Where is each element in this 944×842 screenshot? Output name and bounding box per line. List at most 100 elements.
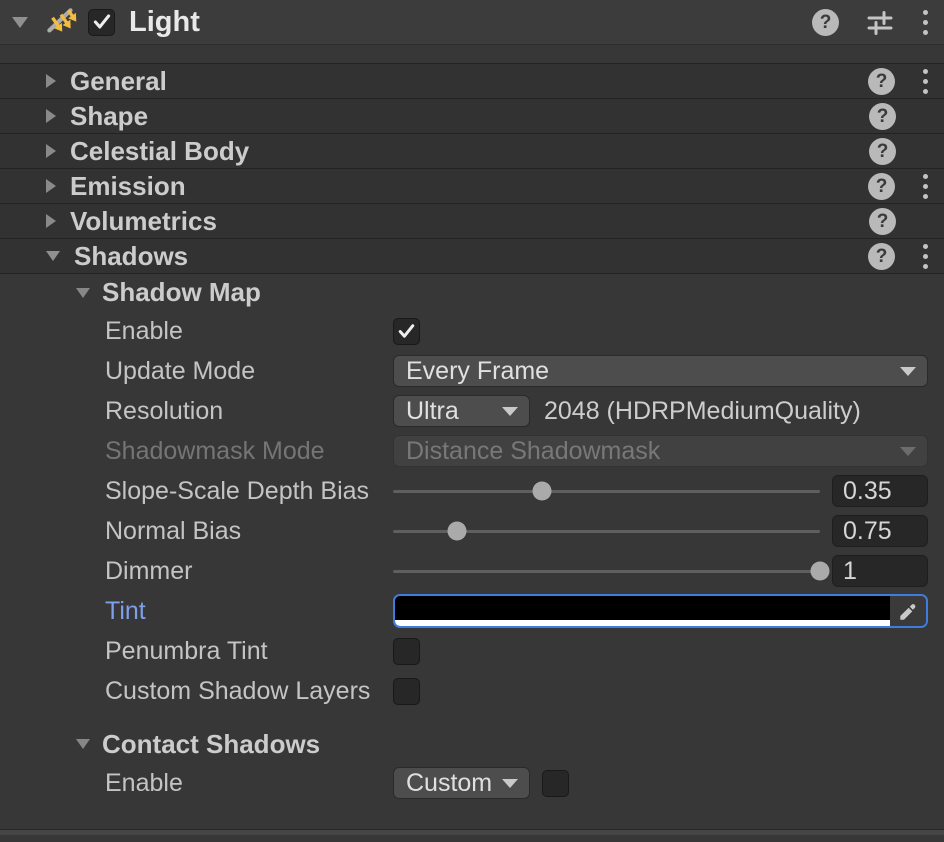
panel-bottom-divider bbox=[0, 829, 944, 835]
subsection-title: Contact Shadows bbox=[102, 728, 321, 759]
dropdown-value: Distance Shadowmask bbox=[406, 436, 661, 465]
dimmer-slider[interactable] bbox=[393, 561, 830, 581]
shadows-content: Shadow Map Enable Update Mode Every Fram… bbox=[0, 274, 944, 829]
chevron-down-icon bbox=[502, 407, 518, 416]
section-label: General bbox=[70, 65, 167, 96]
help-icon[interactable]: ? bbox=[868, 68, 895, 95]
field-label: Tint bbox=[105, 596, 146, 625]
row-contact-shadows-enable: Enable Custom bbox=[0, 763, 944, 803]
foldout-collapsed-icon bbox=[46, 144, 56, 158]
slider-track[interactable] bbox=[393, 490, 820, 493]
row-update-mode: Update Mode Every Frame bbox=[0, 351, 944, 391]
normal-bias-value-field[interactable]: 0.75 bbox=[832, 515, 928, 547]
dimmer-value-field[interactable]: 1 bbox=[832, 555, 928, 587]
row-normal-bias: Normal Bias 0.75 bbox=[0, 511, 944, 551]
section-shape[interactable]: Shape ? bbox=[0, 99, 944, 134]
section-label: Celestial Body bbox=[70, 135, 250, 166]
row-enable: Enable bbox=[0, 311, 944, 351]
row-dimmer: Dimmer 1 bbox=[0, 551, 944, 591]
component-enabled-checkbox[interactable] bbox=[88, 8, 115, 36]
help-icon[interactable]: ? bbox=[868, 173, 895, 200]
section-celestial-body[interactable]: Celestial Body ? bbox=[0, 134, 944, 169]
help-icon[interactable]: ? bbox=[868, 243, 895, 270]
subsection-title: Shadow Map bbox=[102, 277, 261, 307]
row-shadowmask-mode: Shadowmask Mode Distance Shadowmask bbox=[0, 431, 944, 471]
section-label: Shadows bbox=[74, 240, 189, 271]
section-shadows[interactable]: Shadows ? bbox=[0, 239, 944, 274]
field-label: Update Mode bbox=[105, 356, 256, 385]
shadowmask-mode-dropdown: Distance Shadowmask bbox=[393, 435, 928, 467]
slope-bias-value-field[interactable]: 0.35 bbox=[832, 475, 928, 507]
field-label: Shadowmask Mode bbox=[105, 436, 325, 465]
row-tint: Tint bbox=[0, 591, 944, 631]
enable-checkbox[interactable] bbox=[393, 317, 420, 345]
foldout-expanded-icon bbox=[76, 739, 90, 749]
header-gap bbox=[0, 45, 944, 63]
field-label: Enable bbox=[105, 316, 183, 345]
slope-bias-slider[interactable] bbox=[393, 481, 820, 501]
normal-bias-slider[interactable] bbox=[393, 521, 820, 541]
foldout-expanded-icon bbox=[76, 287, 90, 298]
resolution-dropdown[interactable]: Ultra bbox=[393, 395, 530, 427]
foldout-collapsed-icon bbox=[46, 214, 56, 228]
help-icon[interactable]: ? bbox=[869, 208, 896, 235]
row-penumbra-tint: Penumbra Tint bbox=[0, 631, 944, 671]
help-icon[interactable]: ? bbox=[812, 9, 839, 36]
contact-shadows-subheader[interactable]: Contact Shadows bbox=[0, 725, 944, 763]
slider-knob[interactable] bbox=[447, 521, 467, 541]
field-label: Custom Shadow Layers bbox=[105, 676, 371, 705]
slider-track[interactable] bbox=[393, 570, 820, 573]
section-label: Volumetrics bbox=[70, 205, 217, 236]
chevron-down-icon bbox=[502, 779, 518, 788]
custom-shadow-layers-checkbox[interactable] bbox=[393, 677, 420, 705]
foldout-expanded-icon bbox=[46, 251, 60, 261]
kebab-menu-icon[interactable] bbox=[919, 240, 932, 273]
kebab-menu-icon[interactable] bbox=[919, 6, 932, 39]
row-slope-scale-depth-bias: Slope-Scale Depth Bias 0.35 bbox=[0, 471, 944, 511]
slider-knob[interactable] bbox=[532, 481, 552, 501]
help-icon[interactable]: ? bbox=[869, 138, 896, 165]
field-label: Resolution bbox=[105, 396, 224, 425]
field-label: Slope-Scale Depth Bias bbox=[105, 476, 370, 505]
dropdown-value: Custom bbox=[406, 768, 493, 797]
chevron-down-icon bbox=[900, 367, 916, 376]
field-label: Dimmer bbox=[105, 556, 193, 585]
directional-light-icon bbox=[42, 3, 80, 41]
dropdown-value: Ultra bbox=[406, 396, 459, 425]
penumbra-tint-checkbox[interactable] bbox=[393, 637, 420, 665]
section-label: Emission bbox=[70, 170, 186, 201]
light-inspector-panel: Light ? General ? Shape ? Celestial Body… bbox=[0, 0, 944, 842]
foldout-collapsed-icon bbox=[46, 109, 56, 123]
slider-knob[interactable] bbox=[810, 561, 830, 581]
section-general[interactable]: General ? bbox=[0, 64, 944, 99]
section-label: Shape bbox=[70, 100, 149, 131]
tint-swatch[interactable] bbox=[395, 596, 890, 626]
component-title: Light bbox=[129, 5, 200, 38]
kebab-menu-icon[interactable] bbox=[919, 170, 932, 203]
component-foldout-icon[interactable] bbox=[12, 16, 28, 28]
field-label: Penumbra Tint bbox=[105, 636, 268, 665]
section-volumetrics[interactable]: Volumetrics ? bbox=[0, 204, 944, 239]
update-mode-dropdown[interactable]: Every Frame bbox=[393, 355, 928, 387]
row-resolution: Resolution Ultra 2048 (HDRPMediumQuality… bbox=[0, 391, 944, 431]
section-list: General ? Shape ? Celestial Body ? Emiss… bbox=[0, 63, 944, 274]
contact-shadows-enable-dropdown[interactable]: Custom bbox=[393, 767, 530, 799]
field-label: Enable bbox=[105, 768, 183, 797]
presets-icon[interactable] bbox=[865, 8, 895, 38]
kebab-menu-icon[interactable] bbox=[919, 65, 932, 98]
help-icon[interactable]: ? bbox=[869, 103, 896, 130]
shadow-map-subheader[interactable]: Shadow Map bbox=[0, 274, 944, 311]
field-label: Normal Bias bbox=[105, 516, 242, 545]
dropdown-value: Every Frame bbox=[406, 356, 550, 385]
foldout-collapsed-icon bbox=[46, 74, 56, 88]
foldout-collapsed-icon bbox=[46, 179, 56, 193]
chevron-down-icon bbox=[900, 447, 916, 456]
contact-shadows-enable-checkbox[interactable] bbox=[542, 769, 569, 797]
tint-color-field[interactable] bbox=[393, 594, 928, 628]
component-header[interactable]: Light ? bbox=[0, 0, 944, 45]
section-emission[interactable]: Emission ? bbox=[0, 169, 944, 204]
row-custom-shadow-layers: Custom Shadow Layers bbox=[0, 671, 944, 711]
eyedropper-icon[interactable] bbox=[890, 596, 926, 626]
